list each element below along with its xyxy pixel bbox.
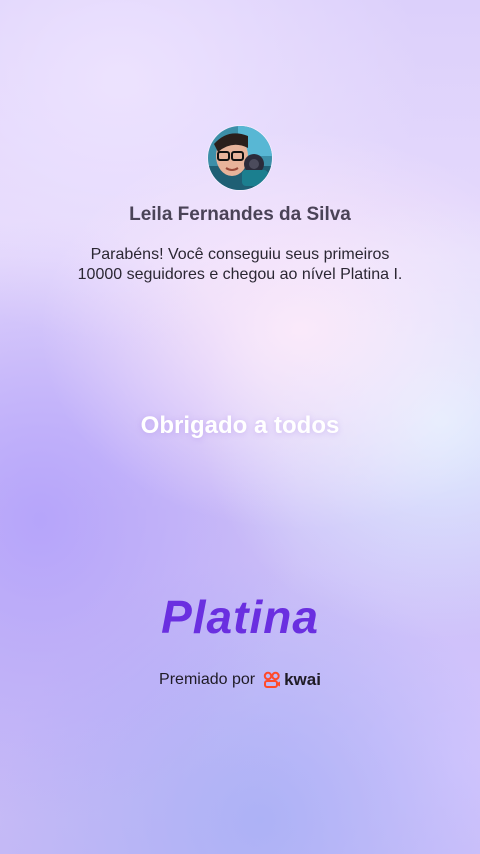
level-title: Platina — [161, 591, 319, 643]
kwai-brand: kwai — [263, 670, 321, 690]
message-line-2: 10000 seguidores e chegou ao nível Plati… — [77, 266, 403, 283]
awarded-by-label: Premiado por — [159, 671, 256, 688]
thanks-text: Obrigado a todos — [140, 412, 340, 439]
avatar[interactable] — [208, 126, 272, 190]
awarded-by: Premiado por kwai — [0, 670, 480, 690]
kwai-brand-name: kwai — [284, 670, 321, 689]
user-name: Leila Fernandes da Silva — [129, 204, 351, 225]
profile-photo-icon — [208, 126, 272, 190]
congratulations-message: Parabéns! Você conseguiu seus primeiros … — [60, 245, 420, 285]
achievement-card: Leila Fernandes da Silva Parabéns! Você … — [0, 0, 480, 854]
kwai-logo-icon — [263, 671, 281, 689]
message-line-1: Parabéns! Você conseguiu seus primeiros — [90, 246, 390, 263]
